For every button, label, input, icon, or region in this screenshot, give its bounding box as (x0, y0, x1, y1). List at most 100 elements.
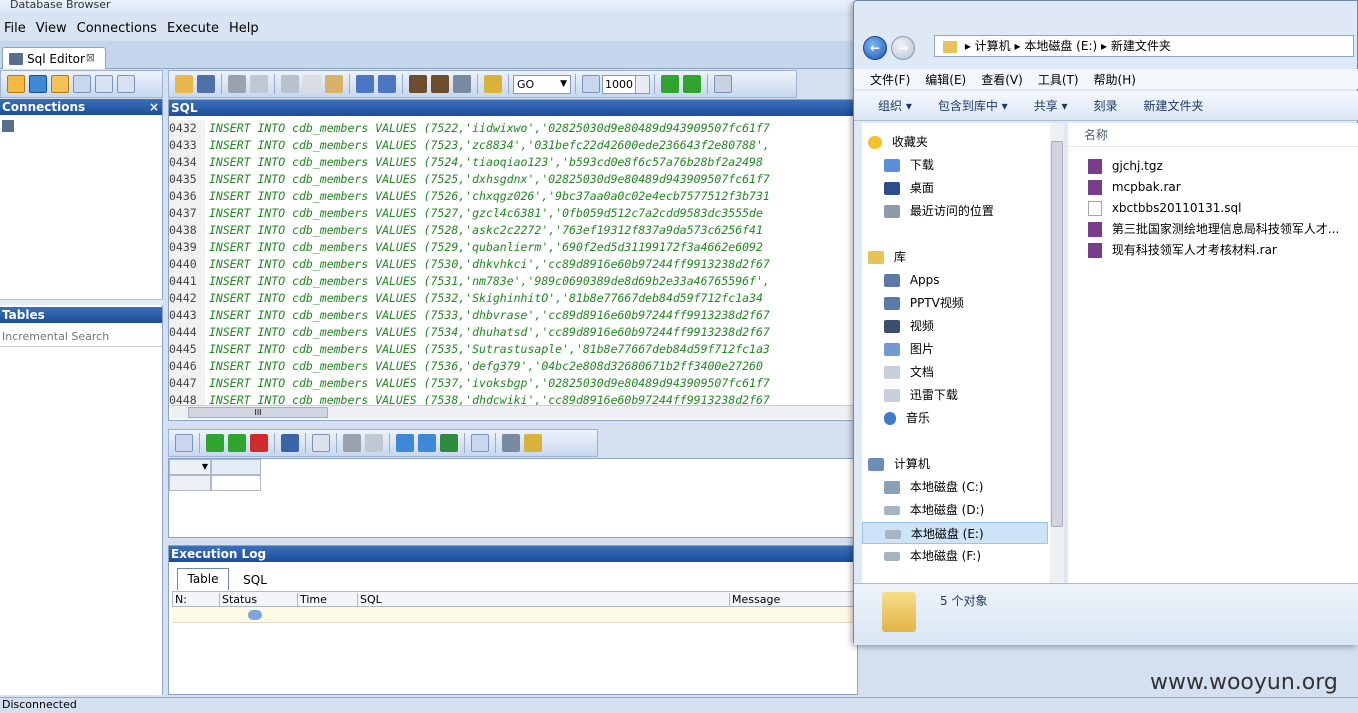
refresh-icon[interactable] (175, 434, 193, 452)
cut-icon[interactable] (281, 75, 299, 93)
find-icon[interactable] (409, 75, 427, 93)
export-icon[interactable] (95, 75, 113, 93)
sql-line[interactable]: 0438 INSERT INTO cdb_members VALUES (7528… (169, 222, 859, 239)
print-preview-icon[interactable] (365, 434, 383, 452)
stepper-icon[interactable] (635, 75, 649, 93)
breadcrumb-drive-e[interactable]: 本地磁盘 (E:) (1024, 39, 1097, 53)
sql-line[interactable]: 0434 INSERT INTO cdb_members VALUES (7524… (169, 154, 859, 171)
sql-line[interactable]: 0435 INSERT INTO cdb_members VALUES (7525… (169, 171, 859, 188)
tab-table[interactable]: Table (177, 568, 229, 590)
copy-grid-icon[interactable] (281, 434, 299, 452)
find-next-icon[interactable] (431, 75, 449, 93)
tab-sql-editor[interactable]: Sql Editor ⊠ (2, 47, 106, 69)
sql-line[interactable]: 0432 INSERT INTO cdb_members VALUES (7522… (169, 120, 859, 137)
broom-icon[interactable] (484, 75, 502, 93)
sql-code-area[interactable]: 0432 INSERT INTO cdb_members VALUES (7522… (169, 120, 859, 409)
chat-icon[interactable] (51, 75, 69, 93)
nav-pptv[interactable]: PPTV视频 (884, 292, 964, 314)
limit-input[interactable]: 1000 (602, 74, 650, 94)
menu-file-cn[interactable]: 文件(F) (870, 71, 910, 88)
field-icon[interactable] (312, 434, 330, 452)
column-header-name[interactable]: 名称 (1068, 123, 1358, 147)
export-db-icon[interactable] (396, 434, 414, 452)
menu-view[interactable]: View (36, 21, 67, 36)
sql-horizontal-scrollbar[interactable]: III (172, 405, 858, 419)
panel-splitter[interactable] (0, 299, 163, 305)
execute-all-icon[interactable] (683, 75, 701, 93)
menu-view-cn[interactable]: 查看(V) (981, 71, 1023, 88)
nav-drive-c[interactable]: 本地磁盘 (C:) (884, 476, 983, 498)
print-icon[interactable] (228, 75, 246, 93)
menu-help-cn[interactable]: 帮助(H) (1094, 71, 1136, 88)
export-excel-icon[interactable] (440, 434, 458, 452)
sql-line[interactable]: 0444 INSERT INTO cdb_members VALUES (7534… (169, 324, 859, 341)
sql-line[interactable]: 0436 INSERT INTO cdb_members VALUES (7526… (169, 188, 859, 205)
nav-favorites[interactable]: 收藏夹 (868, 131, 928, 153)
menu-connections[interactable]: Connections (77, 21, 157, 36)
go-select[interactable]: GO ▼ (513, 74, 571, 94)
nav-computer[interactable]: 计算机 (868, 453, 930, 475)
nav-scrollbar-thumb[interactable] (1051, 141, 1063, 527)
breadcrumb-new-folder[interactable]: 新建文件夹 (1111, 39, 1171, 53)
limit-icon[interactable] (582, 75, 600, 93)
save-icon[interactable] (197, 75, 215, 93)
file-item[interactable]: mcpbak.rar (1088, 176, 1181, 198)
export-html-icon[interactable] (418, 434, 436, 452)
address-bar[interactable]: ▸ 计算机 ▸ 本地磁盘 (E:) ▸ 新建文件夹 (934, 35, 1354, 57)
nav-recent-places[interactable]: 最近访问的位置 (884, 200, 994, 222)
menu-help[interactable]: Help (229, 21, 259, 36)
paste-icon[interactable] (325, 75, 343, 93)
file-item[interactable]: 第三批国家测绘地理信息局科技领军人才... (1088, 218, 1339, 240)
menu-tools-cn[interactable]: 工具(T) (1038, 71, 1079, 88)
replace-icon[interactable] (453, 75, 471, 93)
menu-edit-cn[interactable]: 编辑(E) (925, 71, 966, 88)
nav-drive-f[interactable]: 本地磁盘 (F:) (884, 545, 981, 567)
file-item[interactable]: 现有科技领军人才考核材料.rar (1088, 239, 1277, 261)
nav-apps[interactable]: Apps (884, 269, 940, 291)
incremental-search-input[interactable] (0, 327, 162, 347)
scrollbar-thumb[interactable]: III (188, 407, 328, 418)
add-row-icon[interactable] (206, 434, 224, 452)
back-button[interactable]: ← (863, 36, 887, 60)
execute-arrow-icon[interactable] (661, 75, 679, 93)
nav-music[interactable]: 音乐 (884, 407, 930, 429)
burn-button[interactable]: 刻录 (1094, 97, 1118, 114)
sql-line[interactable]: 0447 INSERT INTO cdb_members VALUES (7537… (169, 375, 859, 392)
tab-close-icon[interactable]: ⊠ (86, 51, 95, 64)
print-preview-icon[interactable] (250, 75, 268, 93)
grid-header-cell[interactable] (211, 459, 261, 475)
grid-row-header[interactable] (169, 475, 211, 491)
print-icon[interactable] (343, 434, 361, 452)
col-number[interactable]: N: (175, 593, 187, 606)
tab-sql[interactable]: SQL (235, 568, 275, 590)
col-status[interactable]: Status (219, 593, 299, 606)
log-table-row[interactable] (172, 607, 856, 623)
sql-line[interactable]: 0433 INSERT INTO cdb_members VALUES (7523… (169, 137, 859, 154)
nav-libraries[interactable]: 库 (868, 246, 906, 268)
organize-button[interactable]: 组织 ▾ (878, 97, 912, 114)
menu-file[interactable]: File (4, 21, 26, 36)
nav-videos[interactable]: 视频 (884, 315, 934, 337)
delete-x-icon[interactable] (250, 434, 268, 452)
sql-line[interactable]: 0439 INSERT INTO cdb_members VALUES (7529… (169, 239, 859, 256)
settings-icon[interactable] (524, 434, 542, 452)
open-folder-icon[interactable] (175, 75, 193, 93)
nav-desktop[interactable]: 桌面 (884, 177, 934, 199)
form-view-icon[interactable] (471, 434, 489, 452)
close-icon[interactable]: × (149, 99, 159, 115)
col-sql[interactable]: SQL (357, 593, 727, 606)
nav-thunder-downloads[interactable]: 迅雷下载 (884, 384, 958, 406)
menu-execute[interactable]: Execute (167, 21, 219, 36)
include-in-library-button[interactable]: 包含到库中 ▾ (938, 97, 1008, 114)
col-message[interactable]: Message (729, 593, 849, 606)
file-item[interactable]: gjchj.tgz (1088, 155, 1163, 177)
commit-check-icon[interactable] (228, 434, 246, 452)
nav-pictures[interactable]: 图片 (884, 338, 934, 360)
globe-icon[interactable] (29, 75, 47, 93)
window-icon[interactable] (73, 75, 91, 93)
col-time[interactable]: Time (297, 593, 357, 606)
sql-line[interactable]: 0441 INSERT INTO cdb_members VALUES (7531… (169, 273, 859, 290)
file-item[interactable]: xbctbbs20110131.sql (1088, 197, 1241, 219)
share-button[interactable]: 共享 ▾ (1034, 97, 1068, 114)
sql-icon[interactable] (7, 75, 25, 93)
